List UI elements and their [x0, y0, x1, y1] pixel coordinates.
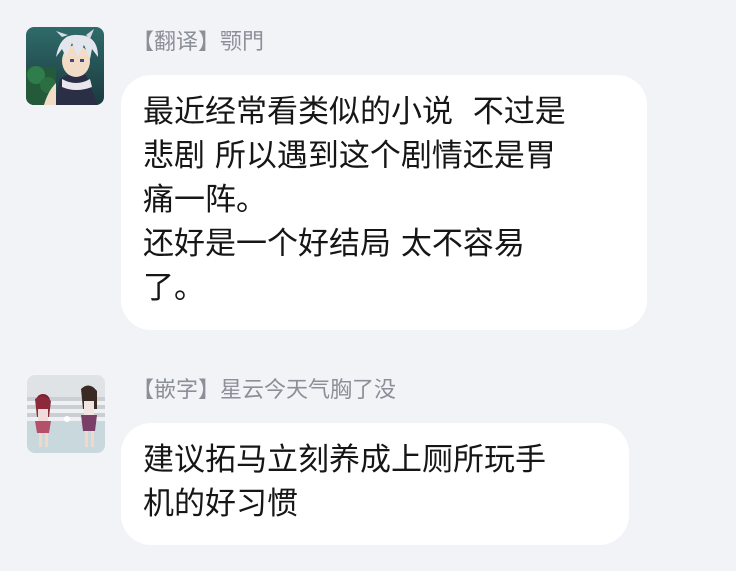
avatar-image-icon	[27, 375, 105, 453]
message-bubble[interactable]: 最近经常看类似的小说 不过是 悲剧 所以遇到这个剧情还是胃 痛一阵。 还好是一个…	[121, 75, 647, 330]
sender-name[interactable]: 【翻译】颚門	[132, 28, 264, 58]
message-bubble[interactable]: 建议拓马立刻养成上厕所玩手 机的好习惯	[121, 423, 629, 545]
sender-name[interactable]: 【嵌字】星云今天气胸了没	[132, 376, 396, 406]
message-text: 最近经常看类似的小说 不过是 悲剧 所以遇到这个剧情还是胃 痛一阵。 还好是一个…	[143, 94, 566, 306]
avatar[interactable]	[27, 375, 105, 453]
chat-window: 【翻译】颚門 最近经常看类似的小说 不过是 悲剧 所以遇到这个剧情还是胃 痛一阵…	[0, 0, 736, 571]
message-text: 建议拓马立刻养成上厕所玩手 机的好习惯	[143, 442, 546, 522]
avatar[interactable]	[26, 27, 104, 105]
avatar-image-icon	[26, 27, 104, 105]
